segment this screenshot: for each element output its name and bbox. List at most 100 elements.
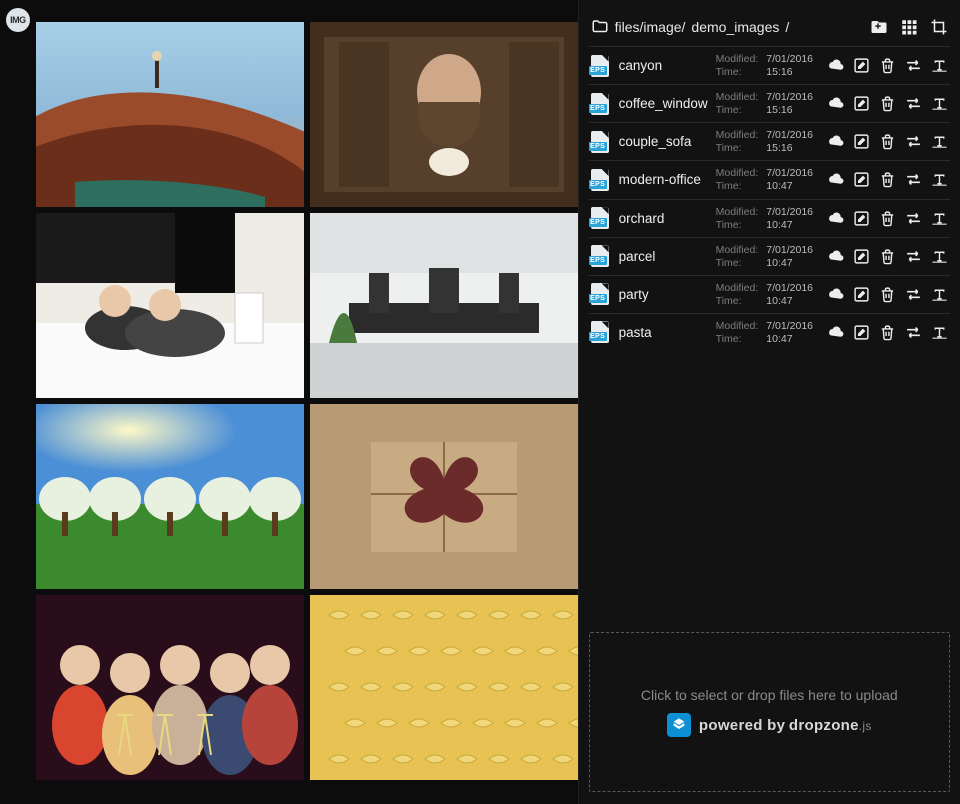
app-logo[interactable]: IMG (6, 8, 30, 32)
edit-icon[interactable] (853, 95, 870, 112)
thumbnail-orchard[interactable] (36, 404, 304, 589)
file-row-actions (827, 286, 948, 303)
download-icon[interactable] (827, 248, 844, 265)
thumbnail-parcel[interactable] (310, 404, 578, 589)
file-row[interactable]: EPScouple_sofaModified:7/01/2016Time:15:… (589, 122, 950, 160)
breadcrumb-bar: files/image/ demo_images / (589, 14, 950, 46)
file-row-actions (827, 133, 948, 150)
edit-icon[interactable] (853, 57, 870, 74)
edit-icon[interactable] (853, 171, 870, 188)
file-row[interactable]: EPS orchard Modified:7/01/2016Time:10:47 (589, 199, 950, 237)
file-name: pasta (617, 325, 708, 340)
delete-icon[interactable] (879, 324, 896, 341)
thumbnail-modern-office[interactable] (310, 213, 578, 398)
download-icon[interactable] (827, 171, 844, 188)
dropzone-wordmark: dropzone (789, 717, 859, 734)
delete-icon[interactable] (879, 286, 896, 303)
file-type-icon: EPS (591, 207, 609, 229)
text-icon[interactable] (931, 95, 948, 112)
grid-view-icon[interactable] (900, 18, 918, 36)
new-folder-icon[interactable] (870, 18, 888, 36)
text-icon[interactable] (931, 57, 948, 74)
file-name: coffee_window (617, 96, 708, 111)
dropzone-text: Click to select or drop files here to up… (641, 687, 898, 703)
edit-icon[interactable] (853, 133, 870, 150)
file-type-icon: EPS (591, 169, 609, 191)
file-row[interactable]: EPSmodern-officeModified:7/01/2016Time:1… (589, 160, 950, 198)
file-type-icon: EPS (591, 283, 609, 305)
file-row-actions (827, 171, 948, 188)
file-meta: Modified:7/01/2016Time:10:47 (716, 320, 813, 345)
text-icon[interactable] (931, 286, 948, 303)
move-icon[interactable] (905, 324, 922, 341)
file-row-actions (827, 248, 948, 265)
edit-icon[interactable] (853, 286, 870, 303)
download-icon[interactable] (827, 57, 844, 74)
breadcrumb-current[interactable]: demo_images (691, 19, 779, 35)
folder-icon (591, 18, 609, 36)
download-icon[interactable] (827, 95, 844, 112)
file-row[interactable]: EPS party Modified:7/01/2016Time:10:47 (589, 275, 950, 313)
file-row-actions (827, 324, 948, 341)
file-panel: files/image/ demo_images / EPScanyonModi… (578, 0, 960, 804)
breadcrumb-suffix: / (785, 19, 789, 35)
move-icon[interactable] (905, 57, 922, 74)
download-icon[interactable] (827, 133, 844, 150)
text-icon[interactable] (931, 133, 948, 150)
file-row[interactable]: EPS coffee_window Modified:7/01/2016Time:1… (589, 84, 950, 122)
delete-icon[interactable] (879, 210, 896, 227)
text-icon[interactable] (931, 248, 948, 265)
move-icon[interactable] (905, 248, 922, 265)
edit-icon[interactable] (853, 324, 870, 341)
download-icon[interactable] (827, 210, 844, 227)
dropzone[interactable]: Click to select or drop files here to up… (589, 632, 950, 792)
move-icon[interactable] (905, 286, 922, 303)
delete-icon[interactable] (879, 133, 896, 150)
text-icon[interactable] (931, 210, 948, 227)
panel-top-actions (870, 18, 948, 36)
file-row[interactable]: EPScanyonModified:7/01/2016Time:15:16 (589, 46, 950, 84)
thumbnail-couple_sofa[interactable] (36, 213, 304, 398)
file-meta: Modified:7/01/2016Time:10:47 (716, 206, 813, 231)
file-meta: Modified:7/01/2016Time:15:16 (716, 129, 813, 154)
download-icon[interactable] (827, 286, 844, 303)
file-type-icon: EPS (591, 93, 609, 115)
thumbnail-pasta[interactable] (310, 595, 578, 780)
file-row-actions (827, 95, 948, 112)
edit-icon[interactable] (853, 210, 870, 227)
file-type-icon: EPS (591, 131, 609, 153)
file-name: orchard (617, 211, 708, 226)
move-icon[interactable] (905, 171, 922, 188)
file-row[interactable]: EPSparcelModified:7/01/2016Time:10:47 (589, 237, 950, 275)
file-row[interactable]: EPS pasta Modified:7/01/2016Time:10:47 (589, 313, 950, 351)
mini-sidebar: IMG (0, 0, 36, 804)
dropzone-logo-icon (667, 713, 691, 737)
image-gallery (36, 0, 578, 804)
file-type-icon: EPS (591, 245, 609, 267)
text-icon[interactable] (931, 171, 948, 188)
thumbnail-coffee_window[interactable] (310, 22, 578, 207)
file-name: parcel (617, 249, 708, 264)
breadcrumb-root[interactable]: files/image/ (615, 19, 686, 35)
thumbnail-canyon[interactable] (36, 22, 304, 207)
thumbnail-party[interactable] (36, 595, 304, 780)
file-meta: Modified:7/01/2016Time:15:16 (716, 53, 813, 78)
edit-icon[interactable] (853, 248, 870, 265)
text-icon[interactable] (931, 324, 948, 341)
file-meta: Modified:7/01/2016Time:15:16 (716, 91, 813, 116)
delete-icon[interactable] (879, 248, 896, 265)
delete-icon[interactable] (879, 171, 896, 188)
dropzone-powered-by: powered by (699, 717, 785, 734)
file-type-icon: EPS (591, 321, 609, 343)
file-name: party (617, 287, 708, 302)
move-icon[interactable] (905, 210, 922, 227)
delete-icon[interactable] (879, 57, 896, 74)
download-icon[interactable] (827, 324, 844, 341)
file-meta: Modified:7/01/2016Time:10:47 (716, 282, 813, 307)
delete-icon[interactable] (879, 95, 896, 112)
move-icon[interactable] (905, 95, 922, 112)
crop-icon[interactable] (930, 18, 948, 36)
move-icon[interactable] (905, 133, 922, 150)
file-row-actions (827, 210, 948, 227)
file-row-actions (827, 57, 948, 74)
